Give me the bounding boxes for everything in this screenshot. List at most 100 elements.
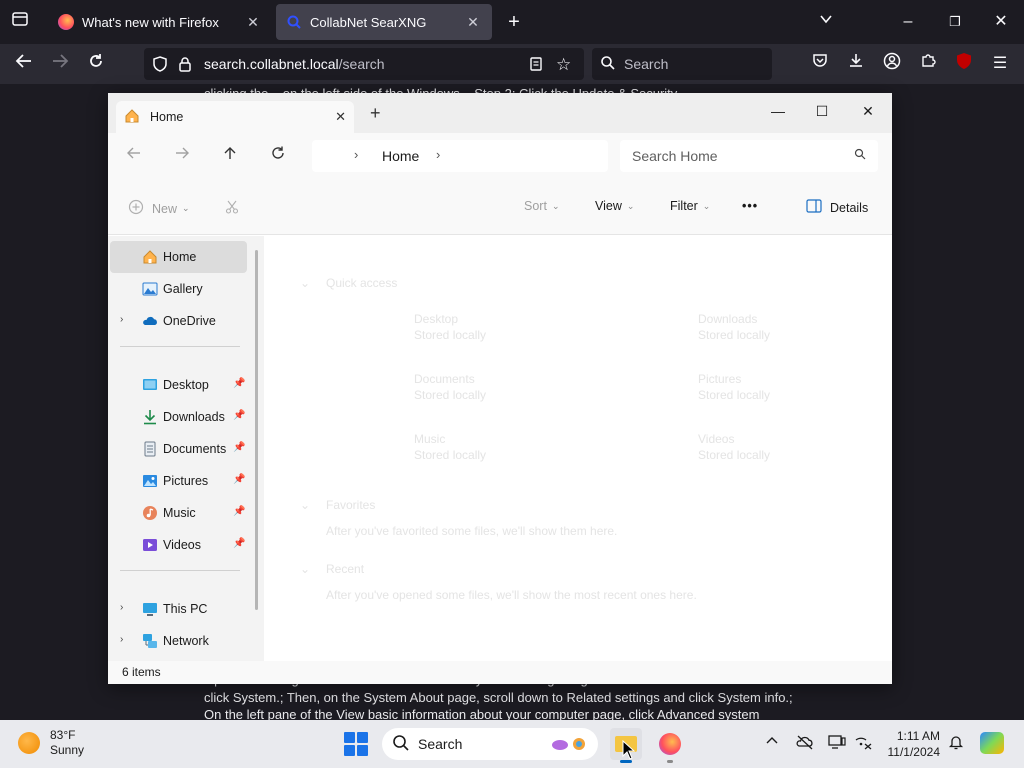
sidebar-item-label: Network: [163, 634, 209, 648]
folder-pictures[interactable]: Pictures: [698, 372, 741, 386]
filter-button[interactable]: Filter ⌄: [670, 199, 710, 213]
sidebar-item-downloads[interactable]: Downloads 📌: [110, 401, 247, 433]
chevron-down-icon[interactable]: ⌄: [300, 562, 310, 576]
chevron-down-icon[interactable]: ⌄: [300, 498, 310, 512]
up-arrow-icon[interactable]: [218, 145, 242, 169]
taskbar-firefox[interactable]: [654, 728, 686, 763]
hamburger-menu-icon[interactable]: ☰: [988, 52, 1012, 76]
minimize-window-button[interactable]: –: [896, 10, 920, 34]
display-icon[interactable]: [828, 734, 846, 753]
sidebar-item-pictures[interactable]: Pictures 📌: [110, 465, 247, 497]
close-tab-icon[interactable]: ✕: [464, 14, 482, 31]
reload-icon[interactable]: [84, 52, 108, 76]
view-button[interactable]: View ⌄: [595, 199, 634, 213]
restore-window-button[interactable]: ❐: [943, 10, 967, 34]
onedrive-offline-icon[interactable]: [796, 734, 814, 753]
chevron-right-icon[interactable]: ›: [120, 602, 123, 613]
new-button[interactable]: New ⌄: [128, 199, 190, 218]
account-icon[interactable]: [880, 52, 904, 76]
folder-downloads[interactable]: Downloads: [698, 312, 757, 326]
sidebar-item-network[interactable]: › Network: [110, 625, 247, 657]
maximize-button[interactable]: ☐: [800, 97, 844, 125]
pin-icon[interactable]: 📌: [233, 410, 245, 421]
sidebar-item-documents[interactable]: Documents 📌: [110, 433, 247, 465]
more-options-button[interactable]: •••: [742, 199, 758, 213]
taskbar-search[interactable]: Search: [382, 728, 598, 760]
pin-icon[interactable]: 📌: [233, 442, 245, 453]
explorer-tab-home[interactable]: Home ✕: [116, 101, 354, 133]
section-favorites[interactable]: Favorites: [326, 498, 375, 512]
refresh-icon[interactable]: [266, 145, 290, 169]
folder-documents[interactable]: Documents: [414, 372, 475, 386]
sidebar-item-home[interactable]: Home: [110, 241, 247, 273]
ublock-origin-icon[interactable]: [952, 52, 976, 76]
cut-button[interactable]: [224, 199, 240, 218]
address-bar[interactable]: search.collabnet.local/search ☆: [144, 48, 584, 80]
close-tab-icon[interactable]: ✕: [244, 14, 262, 31]
close-window-button[interactable]: ✕: [989, 10, 1013, 34]
new-tab-button[interactable]: +: [370, 103, 381, 124]
sidebar-item-videos[interactable]: Videos 📌: [110, 529, 247, 561]
pocket-icon[interactable]: [808, 52, 832, 76]
sidebar-item-gallery[interactable]: Gallery: [110, 273, 247, 305]
minimize-button[interactable]: —: [756, 97, 800, 125]
browser-tab-firefox-whats-new[interactable]: What's new with Firefox ✕: [48, 4, 272, 40]
chevron-down-icon[interactable]: ⌄: [300, 276, 310, 290]
system-clock[interactable]: 1:11 AM 11/1/2024: [880, 728, 941, 760]
bookmark-star-icon[interactable]: ☆: [556, 55, 571, 75]
section-recent[interactable]: Recent: [326, 562, 364, 576]
downloads-icon[interactable]: [844, 52, 868, 76]
reader-view-icon[interactable]: [528, 56, 544, 75]
pin-icon[interactable]: 📌: [233, 506, 245, 517]
sidebar-item-desktop[interactable]: Desktop 📌: [110, 369, 247, 401]
pictures-icon: [142, 473, 158, 489]
back-arrow-icon[interactable]: [122, 145, 146, 169]
chevron-right-icon[interactable]: ›: [354, 147, 358, 162]
explorer-search-placeholder: Search Home: [632, 148, 718, 164]
browser-tab-searxng[interactable]: CollabNet SearXNG ✕: [276, 4, 492, 40]
running-indicator: [667, 760, 673, 763]
copilot-icon[interactable]: [980, 732, 1004, 754]
close-tab-icon[interactable]: ✕: [335, 109, 346, 125]
details-pane-button[interactable]: Details: [806, 199, 868, 216]
pin-icon[interactable]: 📌: [233, 378, 245, 389]
breadcrumb-home[interactable]: Home: [382, 148, 419, 164]
shield-icon[interactable]: [152, 56, 168, 75]
sort-button[interactable]: Sort ⌄: [524, 199, 559, 213]
folder-videos[interactable]: Videos: [698, 432, 734, 446]
navigation-pane: Home Gallery › OneDrive Desktop 📌 Downlo…: [108, 236, 264, 661]
sidebar-item-music[interactable]: Music 📌: [110, 497, 247, 529]
forward-arrow-icon[interactable]: [170, 145, 194, 169]
explorer-search-input[interactable]: Search Home: [620, 140, 878, 172]
extensions-icon[interactable]: [916, 52, 940, 76]
network-volume-icon[interactable]: [854, 734, 872, 753]
chevron-right-icon[interactable]: ›: [120, 634, 123, 645]
sidebar-item-onedrive[interactable]: › OneDrive: [110, 305, 247, 337]
section-quick-access[interactable]: Quick access: [326, 276, 397, 290]
close-button[interactable]: ✕: [846, 97, 890, 125]
chevron-up-icon[interactable]: [766, 734, 778, 750]
tab-list-chevron-icon[interactable]: [814, 10, 838, 34]
list-all-tabs-icon[interactable]: [8, 10, 32, 34]
browser-toolbar: search.collabnet.local/search ☆ Search ☰: [0, 44, 1024, 84]
pin-icon[interactable]: 📌: [233, 538, 245, 549]
chevron-right-icon[interactable]: ›: [120, 314, 123, 325]
taskbar-file-explorer[interactable]: [610, 728, 642, 763]
mouse-cursor-icon: [622, 739, 636, 763]
forward-arrow-icon[interactable]: [48, 52, 72, 76]
start-button[interactable]: [344, 732, 368, 756]
new-tab-button[interactable]: +: [502, 10, 526, 34]
folder-music[interactable]: Music: [414, 432, 445, 446]
chevron-right-icon[interactable]: ›: [436, 147, 440, 162]
sidebar-scrollbar[interactable]: [255, 250, 258, 610]
browser-search-field[interactable]: Search: [592, 48, 772, 80]
music-icon: [142, 505, 158, 521]
sidebar-item-this-pc[interactable]: › This PC: [110, 593, 247, 625]
folder-desktop[interactable]: Desktop: [414, 312, 458, 326]
notification-bell-icon[interactable]: [948, 734, 964, 753]
weather-widget[interactable]: 83°F Sunny: [18, 728, 84, 758]
lock-icon[interactable]: [178, 56, 192, 75]
pin-icon[interactable]: 📌: [233, 474, 245, 485]
back-arrow-icon[interactable]: [12, 52, 36, 76]
more-label: •••: [742, 199, 759, 213]
